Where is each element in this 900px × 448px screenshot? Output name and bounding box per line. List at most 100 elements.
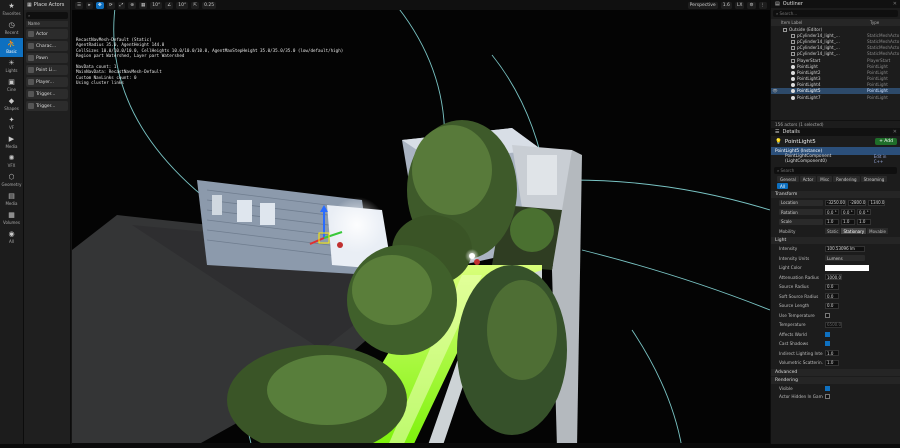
component-row[interactable]: PointLightComponent (LightComponent0) Edi… <box>771 154 900 164</box>
add-component-button[interactable]: + Add <box>875 138 897 145</box>
viewport-tool-button[interactable]: ⤢ <box>117 1 126 9</box>
viewport-tool-button[interactable]: ☰ <box>75 1 84 9</box>
viewport-tool-button[interactable]: ▸ <box>86 1 94 9</box>
viewport-tool-button[interactable]: ⊕ <box>128 1 136 9</box>
edit-in-cpp-link[interactable]: Edit in C++ <box>874 154 900 164</box>
section-advanced[interactable]: Advanced <box>771 368 900 376</box>
indirect-lighting-input[interactable]: 1.0 <box>825 350 839 357</box>
rotation-x[interactable]: 0.0 ° <box>825 209 839 216</box>
category-label: Media <box>5 144 18 149</box>
perspective-button[interactable]: Perspective <box>687 1 718 9</box>
outliner-row-type: StaticMeshActo <box>867 32 900 38</box>
viewport-tool-button[interactable]: ∠ <box>165 1 174 9</box>
rotation-z[interactable]: 0.0 ° <box>857 209 871 216</box>
filter-rendering[interactable]: Rendering <box>833 176 860 182</box>
place-actors-tab[interactable]: ▦ Place Actors <box>24 0 70 10</box>
location-x[interactable]: -3250.00 <box>825 199 846 206</box>
place-actor-item[interactable]: Pawn <box>26 53 68 63</box>
visible-checkbox[interactable] <box>825 385 830 391</box>
viewport-tool-button[interactable]: ▦ <box>139 1 148 9</box>
category-cine[interactable]: ▣ Cine <box>0 76 23 95</box>
filter-actor[interactable]: Actor <box>799 176 817 182</box>
col-type[interactable]: Type <box>870 20 900 25</box>
category-shapes[interactable]: ◆ Shapes <box>0 95 23 114</box>
rotation-y[interactable]: 0.0 ° <box>841 209 855 216</box>
mobility-static[interactable]: Static <box>825 228 841 235</box>
filter-streaming[interactable]: Streaming <box>860 176 888 182</box>
section-light[interactable]: Light <box>771 237 900 244</box>
scale-dropdown[interactable]: Scale <box>779 218 823 225</box>
use-temperature-checkbox[interactable] <box>825 312 830 318</box>
category-vf[interactable]: ✦ VF <box>0 114 23 133</box>
place-actor-item[interactable]: Trigger... <box>26 101 68 111</box>
category-favorites[interactable]: ★ Favorites <box>0 0 23 19</box>
volumetric-input[interactable]: 1.0 <box>825 359 839 366</box>
source-length-input[interactable]: 0.0 <box>825 302 839 309</box>
details-tab[interactable]: ☰ Details ✕ <box>771 128 900 136</box>
outliner-row[interactable]: PointLight7 PointLight <box>771 94 900 100</box>
col-item-label[interactable]: Item Label <box>781 20 802 25</box>
rotation-dropdown[interactable]: Rotation <box>779 209 823 216</box>
filter-all[interactable]: All <box>777 183 788 189</box>
category-recent[interactable]: ◷ Recent <box>0 19 23 38</box>
category-geometry[interactable]: ⬡ Geometry <box>0 171 23 190</box>
viewport-tool-button[interactable]: ✥ <box>96 1 104 9</box>
viewport-tool-button[interactable]: ⇱ <box>191 1 200 9</box>
scale-z[interactable]: 1.0 <box>857 218 871 225</box>
temperature-input[interactable]: 6500.0 <box>825 321 842 328</box>
attenuation-input[interactable]: 1000.0 <box>825 274 842 281</box>
place-actor-item[interactable]: Actor <box>26 29 68 39</box>
actor-hidden-checkbox[interactable] <box>825 393 830 399</box>
filter-general[interactable]: General <box>777 176 799 182</box>
viewport-option-button[interactable]: ⋮ <box>758 1 767 9</box>
category-vfx[interactable]: ✺ VFX <box>0 152 23 171</box>
location-z[interactable]: 1340.0 <box>868 199 886 206</box>
visibility-eye-icon[interactable]: 👁 <box>771 88 779 93</box>
scale-y[interactable]: 1.0 <box>841 218 855 225</box>
section-transform[interactable]: Transform <box>771 191 900 198</box>
place-actor-item[interactable]: Trigger... <box>26 89 68 99</box>
soft-source-input[interactable]: 0.0 <box>825 293 839 300</box>
viewport-tool-button[interactable]: 10° <box>150 1 163 9</box>
intensity-units-dropdown[interactable]: Lumens <box>825 255 865 262</box>
place-actor-item[interactable]: Charac... <box>26 41 68 51</box>
place-actors-search[interactable]: ⌕ <box>26 12 68 19</box>
close-icon[interactable]: ✕ <box>893 1 900 7</box>
effects-icon: ✦ <box>8 116 15 124</box>
scale-x[interactable]: 1.0 <box>825 218 839 225</box>
viewport-tool-button[interactable]: 0.25 <box>202 1 217 9</box>
viewport-option-button[interactable]: ⚙ <box>747 1 756 9</box>
cast-shadows-checkbox[interactable] <box>825 341 830 347</box>
close-icon[interactable]: ✕ <box>893 129 900 135</box>
filter-misc[interactable]: Misc <box>817 176 833 182</box>
outliner-search-input[interactable]: ⌕ Search... <box>773 10 898 17</box>
category-volumes[interactable]: ▦ Volumes <box>0 209 23 228</box>
category-lights[interactable]: ☀ Lights <box>0 57 23 76</box>
viewport-tool-button[interactable]: 10° <box>176 1 189 9</box>
viewport-option-button[interactable]: 1.6 <box>720 1 732 9</box>
source-radius-input[interactable]: 0.0 <box>825 283 839 290</box>
prop-source-radius: Source Radius 0.0 <box>771 282 900 292</box>
mobility-stationary[interactable]: Stationary <box>841 228 867 235</box>
outliner-row-type: PointLight <box>867 69 888 75</box>
details-search-input[interactable]: ⌕ Search <box>774 167 897 174</box>
point-light-icon <box>791 70 795 75</box>
viewport-option-button[interactable]: LX <box>734 1 745 9</box>
location-dropdown[interactable]: Location <box>779 199 823 206</box>
category-basic[interactable]: ⛹ Basic <box>0 38 23 57</box>
affects-world-checkbox[interactable] <box>825 331 830 337</box>
mobility-movable[interactable]: Movable <box>867 228 888 235</box>
outliner-tab[interactable]: ▤ Outliner ✕ <box>771 0 900 8</box>
location-y[interactable]: -2800.0 <box>847 199 867 206</box>
place-actor-item[interactable]: Point Li... <box>26 65 68 75</box>
place-actor-item[interactable]: Player... <box>26 77 68 87</box>
intensity-input[interactable]: 100.53096 lm <box>825 245 865 252</box>
category-media[interactable]: ▶ Media <box>0 133 23 152</box>
light-color-swatch[interactable] <box>825 264 869 271</box>
category-media[interactable]: ▤ Media <box>0 190 23 209</box>
section-rendering[interactable]: Rendering <box>771 376 900 384</box>
category-all[interactable]: ◉ All <box>0 228 23 247</box>
level-viewport[interactable]: ☰ ▸ ✥ ⟳ ⤢ ⊕ ▦ 10° ∠ 10° ⇱ 0.25 Perspective 1.6 LX ⚙ ⋮ <box>72 0 770 448</box>
viewport-tool-button[interactable]: ⟳ <box>106 1 115 9</box>
prop-light-color: Light Color <box>771 263 900 273</box>
